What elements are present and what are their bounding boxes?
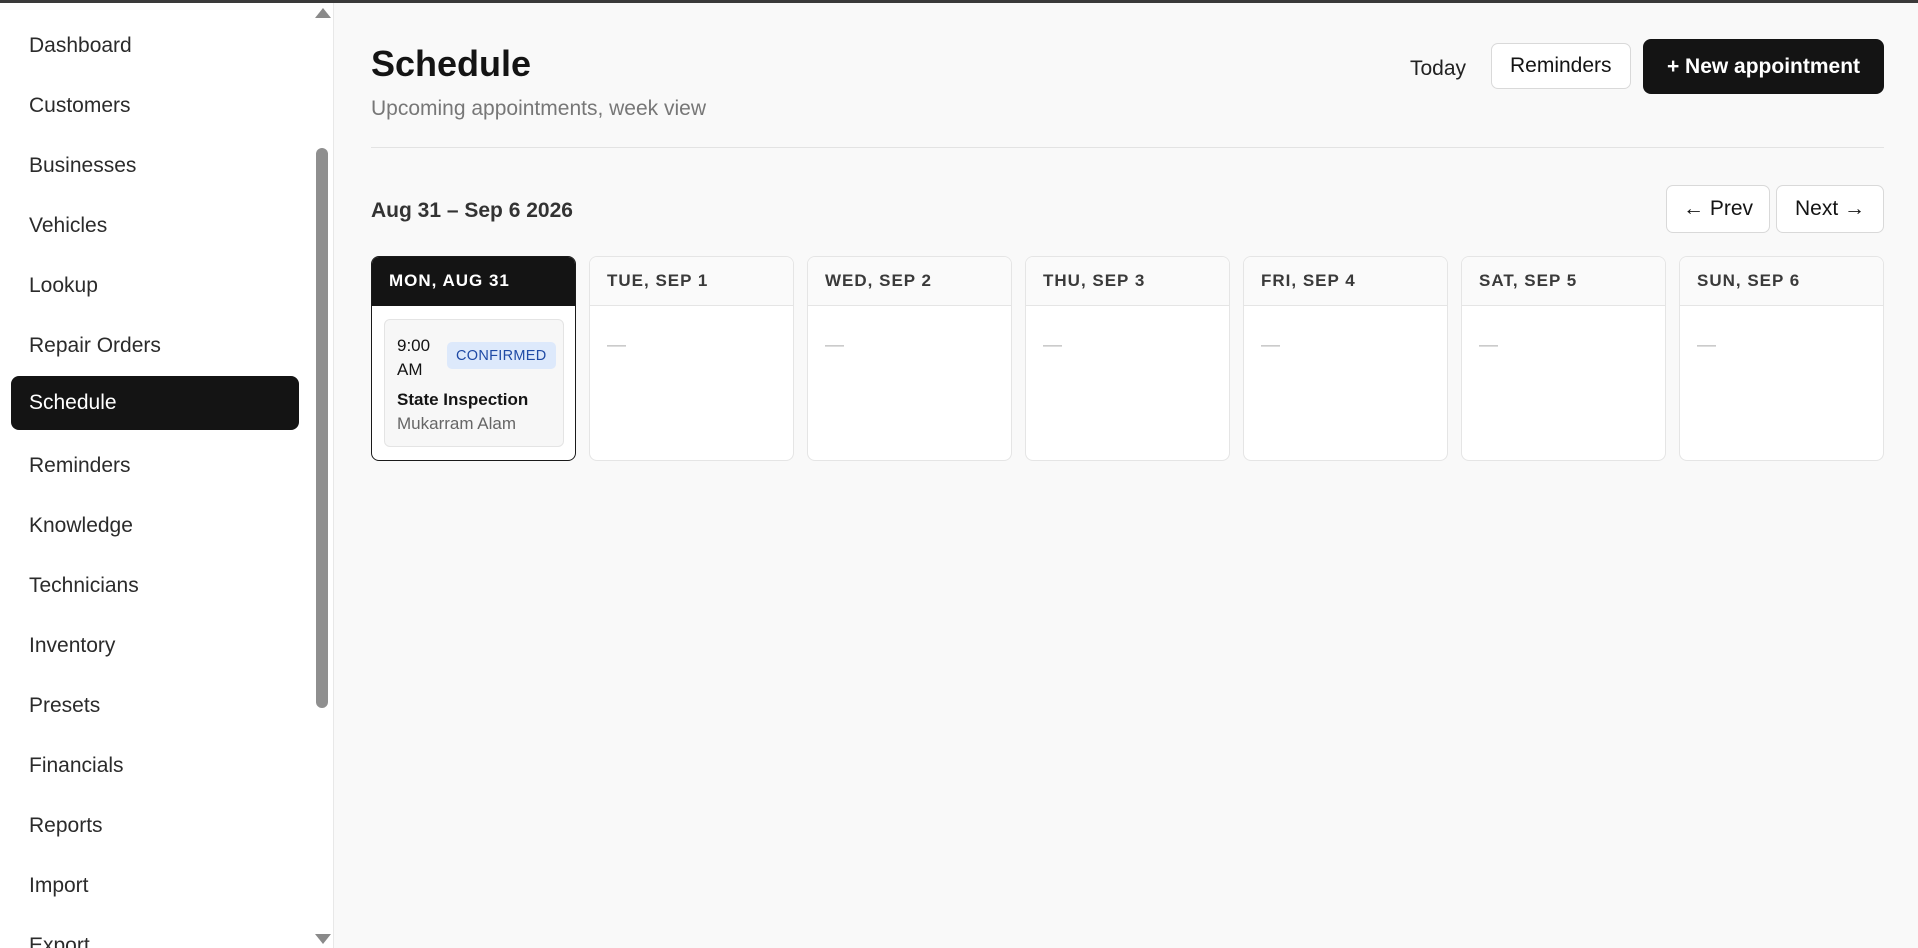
empty-day-placeholder: — bbox=[1697, 335, 1716, 356]
sidebar-item-presets[interactable]: Presets bbox=[11, 679, 299, 733]
day-header: SUN, SEP 6 bbox=[1680, 257, 1883, 306]
empty-day-placeholder: — bbox=[1261, 335, 1280, 356]
day-header: MON, AUG 31 bbox=[372, 257, 575, 306]
next-week-button[interactable]: Next → bbox=[1776, 185, 1884, 233]
day-column-wed[interactable]: WED, SEP 2 — bbox=[807, 256, 1012, 461]
sidebar-item-reminders[interactable]: Reminders bbox=[11, 439, 299, 493]
day-header: WED, SEP 2 bbox=[808, 257, 1011, 306]
sidebar-scrollbar-thumb[interactable] bbox=[316, 148, 328, 708]
sidebar: Dashboard Customers Businesses Vehicles … bbox=[0, 3, 334, 948]
sidebar-item-schedule[interactable]: Schedule bbox=[11, 376, 299, 430]
week-range-label: Aug 31 – Sep 6 2026 bbox=[371, 199, 573, 222]
prev-week-button[interactable]: ← Prev bbox=[1666, 185, 1770, 233]
sidebar-item-reports[interactable]: Reports bbox=[11, 799, 299, 853]
sidebar-item-businesses[interactable]: Businesses bbox=[11, 139, 299, 193]
sidebar-item-export[interactable]: Export bbox=[11, 919, 299, 948]
empty-day-placeholder: — bbox=[1043, 335, 1062, 356]
day-column-mon[interactable]: MON, AUG 31 9:00 AM CONFIRMED State Insp… bbox=[371, 256, 576, 461]
appointment-time: 9:00 AM bbox=[397, 336, 431, 379]
scroll-down-arrow-icon[interactable] bbox=[315, 934, 331, 944]
day-header: THU, SEP 3 bbox=[1026, 257, 1229, 306]
empty-day-placeholder: — bbox=[1479, 335, 1498, 356]
status-badge: CONFIRMED bbox=[447, 342, 556, 369]
sidebar-item-repair-orders[interactable]: Repair Orders bbox=[11, 319, 299, 373]
empty-day-placeholder: — bbox=[607, 335, 626, 356]
day-column-thu[interactable]: THU, SEP 3 — bbox=[1025, 256, 1230, 461]
week-grid: MON, AUG 31 9:00 AM CONFIRMED State Insp… bbox=[371, 256, 1884, 461]
sidebar-item-customers[interactable]: Customers bbox=[11, 79, 299, 133]
day-column-fri[interactable]: FRI, SEP 4 — bbox=[1243, 256, 1448, 461]
appointment-card[interactable]: 9:00 AM CONFIRMED State Inspection Mukar… bbox=[384, 319, 564, 447]
day-column-sun[interactable]: SUN, SEP 6 — bbox=[1679, 256, 1884, 461]
sidebar-item-inventory[interactable]: Inventory bbox=[11, 619, 299, 673]
main-content: Schedule Upcoming appointments, week vie… bbox=[335, 3, 1918, 948]
day-column-tue[interactable]: TUE, SEP 1 — bbox=[589, 256, 794, 461]
day-header: FRI, SEP 4 bbox=[1244, 257, 1447, 306]
appointment-title: State Inspection bbox=[397, 390, 529, 409]
new-appointment-button[interactable]: + New appointment bbox=[1643, 39, 1884, 94]
page-subtitle: Upcoming appointments, week view bbox=[371, 97, 706, 120]
empty-day-placeholder: — bbox=[825, 335, 844, 356]
reminders-button[interactable]: Reminders bbox=[1491, 43, 1631, 89]
sidebar-item-technicians[interactable]: Technicians bbox=[11, 559, 299, 613]
header-divider bbox=[371, 147, 1884, 148]
sidebar-item-dashboard[interactable]: Dashboard bbox=[11, 19, 299, 73]
sidebar-item-financials[interactable]: Financials bbox=[11, 739, 299, 793]
day-header: TUE, SEP 1 bbox=[590, 257, 793, 306]
day-column-sat[interactable]: SAT, SEP 5 — bbox=[1461, 256, 1666, 461]
appointment-customer: Mukarram Alam bbox=[397, 414, 517, 433]
sidebar-item-lookup[interactable]: Lookup bbox=[11, 259, 299, 313]
sidebar-item-vehicles[interactable]: Vehicles bbox=[11, 199, 299, 253]
sidebar-item-import[interactable]: Import bbox=[11, 859, 299, 913]
sidebar-item-knowledge[interactable]: Knowledge bbox=[11, 499, 299, 553]
scroll-up-arrow-icon[interactable] bbox=[315, 8, 331, 18]
day-header: SAT, SEP 5 bbox=[1462, 257, 1665, 306]
page-title: Schedule bbox=[371, 43, 532, 84]
today-button[interactable]: Today bbox=[1392, 41, 1484, 97]
